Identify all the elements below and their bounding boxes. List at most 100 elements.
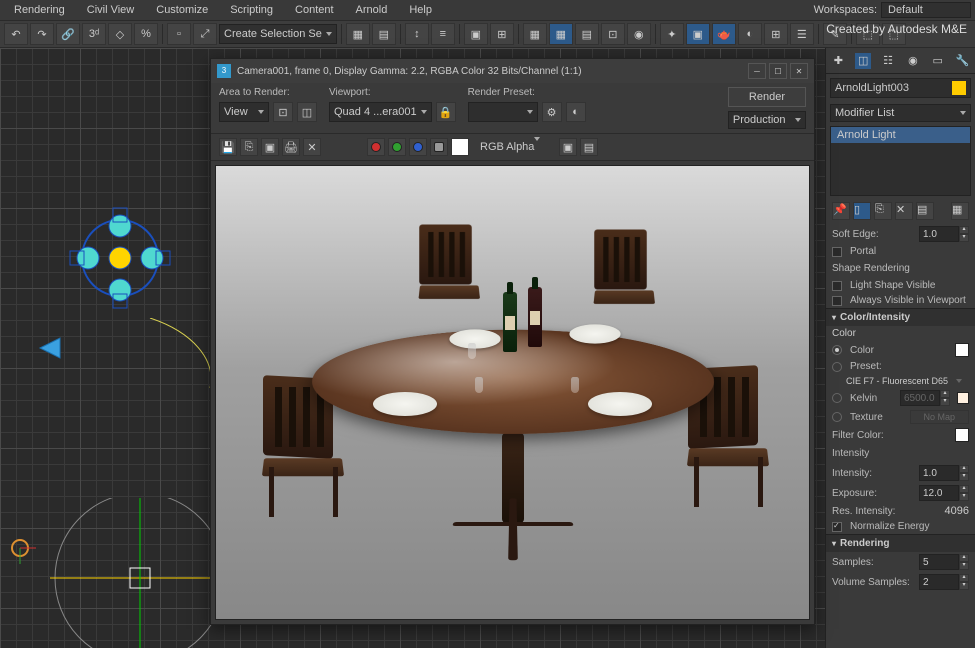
- tool-btn-10[interactable]: ▦: [549, 23, 573, 45]
- tool-btn-11[interactable]: ▤: [575, 23, 599, 45]
- red-channel-icon[interactable]: [367, 138, 385, 156]
- object-name-field[interactable]: ArnoldLight003: [830, 78, 971, 98]
- mono-channel-icon[interactable]: [451, 138, 469, 156]
- portal-field[interactable]: Portal: [826, 244, 975, 259]
- rendering-rollout[interactable]: Rendering: [826, 534, 975, 552]
- render-setup-button[interactable]: ⚙: [542, 102, 562, 122]
- soft-edge-spinner[interactable]: ▴▾: [919, 226, 969, 242]
- vol-samples-spinner[interactable]: ▴▾: [919, 574, 969, 590]
- tool-btn-5[interactable]: ↕: [405, 23, 429, 45]
- maximize-button[interactable]: ☐: [769, 63, 787, 79]
- tool-btn-2[interactable]: ⤢: [193, 23, 217, 45]
- tool-btn-9[interactable]: ▦: [523, 23, 547, 45]
- menu-arnold[interactable]: Arnold: [346, 2, 398, 18]
- menu-scripting[interactable]: Scripting: [220, 2, 283, 18]
- clear-icon[interactable]: ✕: [303, 138, 321, 156]
- workspace-dropdown[interactable]: Default: [881, 2, 971, 18]
- snap-button[interactable]: ◇: [108, 23, 132, 45]
- teapot-icon[interactable]: 🫖: [712, 23, 736, 45]
- viewport-dropdown[interactable]: Quad 4 ...era001: [329, 102, 432, 122]
- menu-help[interactable]: Help: [399, 2, 442, 18]
- toggle-overlay-icon[interactable]: ▣: [559, 138, 577, 156]
- selection-set-dropdown[interactable]: Create Selection Se: [219, 24, 337, 44]
- save-image-icon[interactable]: 💾: [219, 138, 237, 156]
- menu-customize[interactable]: Customize: [146, 2, 218, 18]
- tool-btn-3[interactable]: ▦: [346, 23, 370, 45]
- remove-modifier-icon[interactable]: ✕: [895, 202, 913, 220]
- menu-rendering[interactable]: Rendering: [4, 2, 75, 18]
- link-button[interactable]: 🔗: [56, 23, 80, 45]
- color-option[interactable]: Color: [826, 341, 975, 359]
- menu-civilview[interactable]: Civil View: [77, 2, 144, 18]
- menu-content[interactable]: Content: [285, 2, 344, 18]
- tool-btn-8[interactable]: ⊞: [490, 23, 514, 45]
- kelvin-radio[interactable]: [832, 393, 842, 403]
- 3d-button[interactable]: 3ᵈ: [82, 23, 106, 45]
- lock-viewport-icon[interactable]: 🔒: [436, 102, 456, 122]
- preset-option[interactable]: Preset:: [826, 359, 975, 374]
- render-button[interactable]: Render: [728, 87, 806, 107]
- tool-btn-12[interactable]: ⊡: [601, 23, 625, 45]
- tool-btn-6[interactable]: ≡: [431, 23, 455, 45]
- tool-btn-14[interactable]: ◐: [738, 23, 762, 45]
- rendered-image[interactable]: [215, 165, 810, 620]
- close-button[interactable]: ✕: [790, 63, 808, 79]
- minimize-button[interactable]: ─: [748, 63, 766, 79]
- tool-btn-13[interactable]: ◉: [627, 23, 651, 45]
- portal-checkbox[interactable]: [832, 247, 842, 257]
- undo-button[interactable]: ↶: [4, 23, 28, 45]
- utilities-tab-icon[interactable]: 🔧: [955, 53, 971, 69]
- tool-btn-16[interactable]: ☰: [790, 23, 814, 45]
- make-unique-icon[interactable]: ⎘: [874, 202, 892, 220]
- toggle-ui-icon[interactable]: ▤: [580, 138, 598, 156]
- production-dropdown[interactable]: Production: [728, 111, 806, 129]
- color-swatch[interactable]: [955, 343, 969, 357]
- preset-radio[interactable]: [832, 362, 842, 372]
- intensity-spinner[interactable]: ▴▾: [919, 465, 969, 481]
- motion-tab-icon[interactable]: ◉: [905, 53, 921, 69]
- copy-image-icon[interactable]: ⎘: [240, 138, 258, 156]
- normalize-checkbox[interactable]: [832, 522, 842, 532]
- preset-dropdown[interactable]: [468, 102, 538, 122]
- modifier-item-selected[interactable]: Arnold Light: [831, 127, 970, 143]
- tool-btn-7[interactable]: ▣: [464, 23, 488, 45]
- configure-sets-icon[interactable]: ▦: [951, 202, 969, 220]
- env-button[interactable]: ◐: [566, 102, 586, 122]
- color-intensity-rollout[interactable]: Color/Intensity: [826, 308, 975, 326]
- show-end-result-icon[interactable]: ▯: [853, 202, 871, 220]
- object-color-swatch[interactable]: [952, 81, 966, 95]
- clone-image-icon[interactable]: ▣: [261, 138, 279, 156]
- always-visible-field[interactable]: Always Visible in Viewport: [826, 293, 975, 308]
- tool-btn-1[interactable]: ▫: [167, 23, 191, 45]
- always-visible-checkbox[interactable]: [832, 296, 842, 306]
- modifier-stack[interactable]: Arnold Light: [830, 126, 971, 196]
- tool-btn-4[interactable]: ▤: [372, 23, 396, 45]
- render-setup-icon[interactable]: ✦: [660, 23, 684, 45]
- scene-light-rig-top[interactable]: [60, 198, 180, 318]
- green-channel-icon[interactable]: [388, 138, 406, 156]
- tool-btn-15[interactable]: ⊞: [764, 23, 788, 45]
- channel-dropdown[interactable]: RGB Alpha: [480, 141, 550, 153]
- hierarchy-tab-icon[interactable]: ☷: [880, 53, 896, 69]
- area-tool-1[interactable]: ⊡: [273, 102, 293, 122]
- pin-stack-icon[interactable]: 📌: [832, 202, 850, 220]
- render-frame-icon[interactable]: ▣: [686, 23, 710, 45]
- kelvin-option[interactable]: Kelvin▴▾: [826, 388, 975, 408]
- exposure-spinner[interactable]: ▴▾: [919, 485, 969, 501]
- texture-radio[interactable]: [832, 412, 842, 422]
- redo-button[interactable]: ↷: [30, 23, 54, 45]
- normalize-field[interactable]: Normalize Energy: [826, 519, 975, 534]
- print-icon[interactable]: 🖨: [282, 138, 300, 156]
- display-tab-icon[interactable]: ▭: [930, 53, 946, 69]
- modify-tab-icon[interactable]: ◫: [855, 53, 871, 69]
- area-render-dropdown[interactable]: View: [219, 102, 269, 122]
- alpha-channel-icon[interactable]: [430, 138, 448, 156]
- percent-button[interactable]: %: [134, 23, 158, 45]
- area-tool-2[interactable]: ◫: [297, 102, 317, 122]
- create-tab-icon[interactable]: ✚: [830, 53, 846, 69]
- camera-icon-top[interactable]: [30, 318, 230, 408]
- render-titlebar[interactable]: 3 Camera001, frame 0, Display Gamma: 2.2…: [211, 59, 814, 83]
- blue-channel-icon[interactable]: [409, 138, 427, 156]
- color-radio[interactable]: [832, 345, 842, 355]
- samples-spinner[interactable]: ▴▾: [919, 554, 969, 570]
